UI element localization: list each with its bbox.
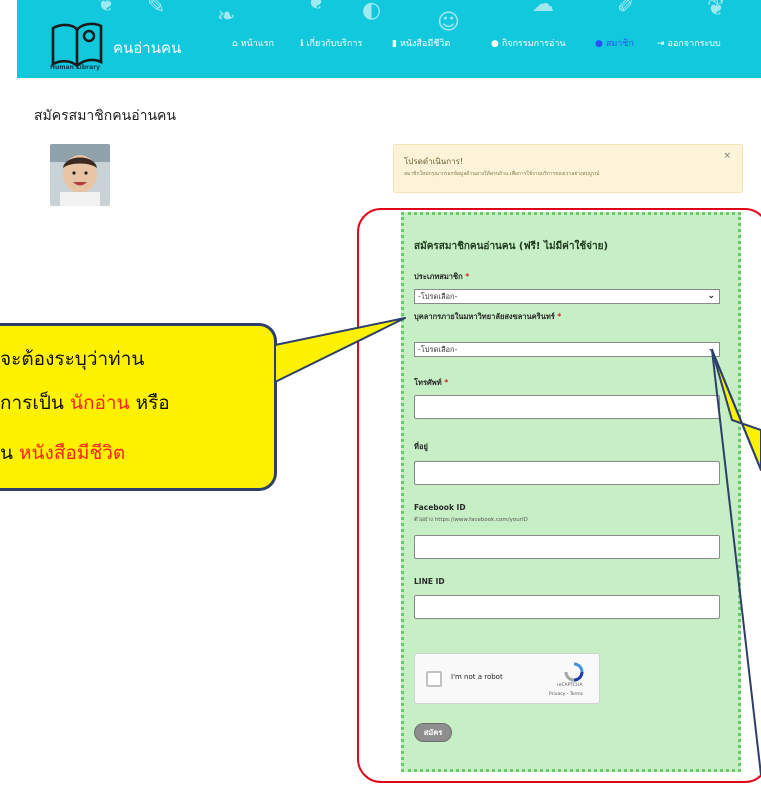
callout-pointers xyxy=(274,317,761,776)
callout-pointer xyxy=(274,317,406,383)
